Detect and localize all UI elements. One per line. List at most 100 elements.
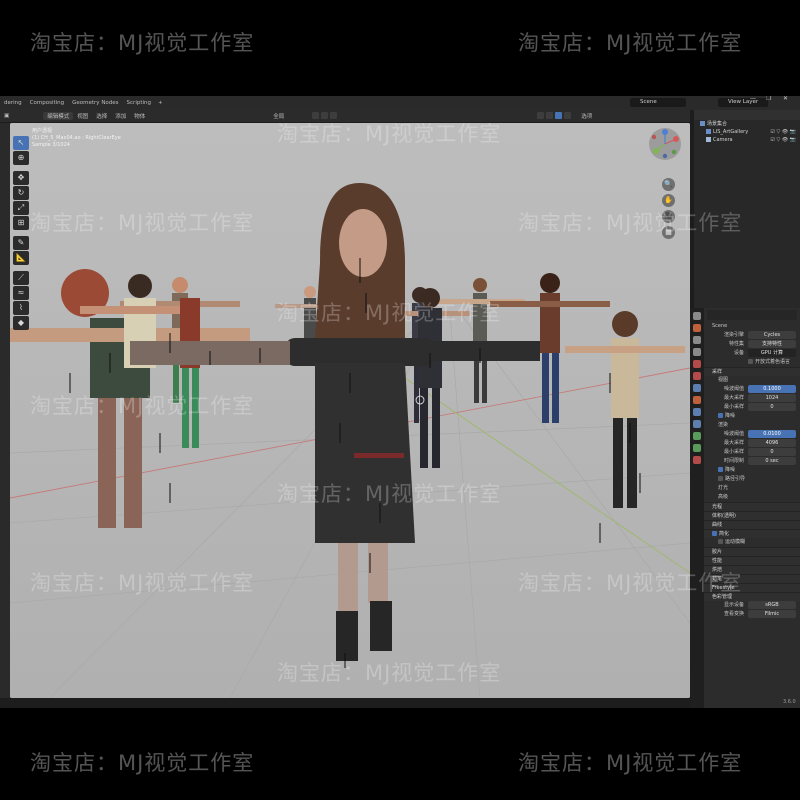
texture-tab-icon[interactable] xyxy=(693,456,701,464)
eraser-tool-icon[interactable]: ◆ xyxy=(13,316,29,330)
light-paths-section[interactable]: 光程 xyxy=(704,502,800,511)
cursor-tool-icon[interactable]: ⊕ xyxy=(13,151,29,165)
time-limit-field[interactable]: 0 sec xyxy=(748,457,796,465)
visibility-icons[interactable]: ☑ ▽ 👁 📷 xyxy=(770,136,796,144)
render-subpanel-header[interactable]: 渲染 xyxy=(704,421,800,430)
tool-tab-icon[interactable] xyxy=(693,312,701,320)
properties-panel: Scene 渲染引擎 Cycles 特性集 支持特性 设备 GPU 计算 开放式着色语… xyxy=(704,308,800,708)
simplify-section[interactable]: 简化 xyxy=(704,529,800,538)
transform-tool-icon[interactable]: ⊞ xyxy=(13,216,29,230)
options-dropdown[interactable]: 选项 xyxy=(577,112,596,120)
view-layer-selector[interactable]: View Layer xyxy=(718,98,768,107)
move-tool-icon[interactable]: ✥ xyxy=(13,171,29,185)
perspective-toggle-icon[interactable]: ▦ xyxy=(662,226,675,239)
select-tool-icon[interactable]: ↖ xyxy=(13,136,29,150)
watermark-top-left: 淘宝店：MJ视觉工作室 xyxy=(30,31,255,55)
viewport-header: ▣ 编辑模式 视图 选择 添加 物体 全局 选项 xyxy=(0,110,690,122)
active-object-info: (1) CH_5_Max04.ao : RightClearEye xyxy=(32,135,121,141)
output-tab-icon[interactable] xyxy=(693,336,701,344)
render-min-samples-field[interactable]: 0 xyxy=(748,448,796,456)
camera-view-icon[interactable]: 🎥 xyxy=(662,210,675,223)
grease-pencil-section[interactable]: 蜡笔 xyxy=(704,574,800,583)
device-dropdown[interactable]: GPU 计算 xyxy=(748,349,796,357)
freestyle-section[interactable]: Freestyle xyxy=(704,583,800,592)
advanced-subpanel[interactable]: 高级 xyxy=(704,493,800,502)
world-tab-icon[interactable] xyxy=(693,372,701,380)
path-guiding-toggle[interactable]: 路径引导 xyxy=(704,475,800,484)
curves-section[interactable]: 曲线 xyxy=(704,520,800,529)
viewport-max-samples-field[interactable]: 1024 xyxy=(748,394,796,402)
close-button[interactable]: ✕ xyxy=(783,96,788,102)
relax-tool-icon[interactable]: ≈ xyxy=(13,286,29,300)
render-engine-dropdown[interactable]: Cycles xyxy=(748,331,796,339)
bone-tool-icon[interactable]: ⌇ xyxy=(13,301,29,315)
workspace-tab-scripting[interactable]: Scripting xyxy=(123,100,155,106)
render-min-samples-row: 最小采样 0 xyxy=(704,448,800,457)
pan-hand-icon[interactable]: ✋ xyxy=(662,194,675,207)
snap-icons[interactable] xyxy=(308,111,343,121)
watermark-bottom-left: 淘宝店：MJ视觉工作室 xyxy=(30,751,255,775)
shading-buttons[interactable] xyxy=(533,111,577,121)
menu-object[interactable]: 物体 xyxy=(130,112,149,120)
render-max-samples-field[interactable]: 4096 xyxy=(748,439,796,447)
zoom-icon[interactable]: 🔍 xyxy=(662,178,675,191)
viewport-denoise-toggle[interactable]: 降噪 xyxy=(704,412,800,421)
maximize-button[interactable]: ❐ xyxy=(766,96,771,102)
object-tab-icon[interactable] xyxy=(693,396,701,404)
3d-viewport[interactable]: 用户透视 (1) CH_5_Max04.ao : RightClearEye S… xyxy=(10,123,690,698)
workspace-tab-rendering[interactable]: dering xyxy=(0,100,26,106)
measure-tool-icon[interactable]: 📐 xyxy=(13,251,29,265)
minimize-button[interactable]: — xyxy=(750,96,756,102)
scale-tool-icon[interactable]: ⤢ xyxy=(13,201,29,215)
art-gallery-label: LIS_ArtGallery xyxy=(713,129,749,135)
rotate-tool-icon[interactable]: ↻ xyxy=(13,186,29,200)
render-denoise-toggle[interactable]: 降噪 xyxy=(704,466,800,475)
color-management-section[interactable]: 色彩管理 xyxy=(704,592,800,601)
blender-window: dering Compositing Geometry Nodes Script… xyxy=(0,96,800,708)
menu-add[interactable]: 添加 xyxy=(111,112,130,120)
properties-search[interactable] xyxy=(707,310,797,320)
left-editor-strip xyxy=(0,123,10,698)
render-sample-count: Sample 3/1024 xyxy=(32,142,70,148)
modifier-tab-icon[interactable] xyxy=(693,408,701,416)
navigation-gizmo[interactable] xyxy=(648,127,682,161)
film-section[interactable]: 胶片 xyxy=(704,547,800,556)
outliner-scene-collection[interactable]: 场景集合 xyxy=(694,120,800,128)
workspace-tab-compositing[interactable]: Compositing xyxy=(26,100,68,106)
transform-orientation-dropdown[interactable]: 全局 xyxy=(269,112,288,120)
view-layer-tab-icon[interactable] xyxy=(693,348,701,356)
data-tab-icon[interactable] xyxy=(693,444,701,452)
workspace-tab-geometry-nodes[interactable]: Geometry Nodes xyxy=(68,100,122,106)
outliner-item-art-gallery[interactable]: LIS_ArtGallery ☑ ▽ 👁 📷 xyxy=(694,128,800,136)
display-device-dropdown[interactable]: sRGB xyxy=(748,601,796,609)
viewport-subpanel-header[interactable]: 视图 xyxy=(704,376,800,385)
collection-tab-icon[interactable] xyxy=(693,384,701,392)
lights-subpanel[interactable]: 灯光 xyxy=(704,484,800,493)
performance-section[interactable]: 性能 xyxy=(704,556,800,565)
view-transform-dropdown[interactable]: Filmic xyxy=(748,610,796,618)
constraint-tab-icon[interactable] xyxy=(693,432,701,440)
scene-tab-icon[interactable] xyxy=(693,360,701,368)
open-shading-row[interactable]: 开放式着色语言 xyxy=(704,358,800,367)
feature-set-dropdown[interactable]: 支持特性 xyxy=(748,340,796,348)
editor-type-icon[interactable]: ▣ xyxy=(0,113,13,119)
render-noise-threshold-field[interactable]: 0.0100 xyxy=(748,430,796,438)
mode-dropdown[interactable]: 编辑模式 xyxy=(43,112,74,120)
menu-view[interactable]: 视图 xyxy=(73,112,92,120)
add-workspace-button[interactable]: + xyxy=(155,100,166,106)
viewport-min-samples-field[interactable]: 0 xyxy=(748,403,796,411)
annotate-tool-icon[interactable]: ✎ xyxy=(13,236,29,250)
outliner-panel: 场景集合 LIS_ArtGallery ☑ ▽ 👁 📷 Camera ☑ ▽ 👁… xyxy=(694,110,800,308)
pose-tool-icon[interactable]: ⟋ xyxy=(13,271,29,285)
scene-selector[interactable]: Scene xyxy=(630,98,686,107)
viewport-noise-threshold-field[interactable]: 0.1000 xyxy=(748,385,796,393)
physics-tab-icon[interactable] xyxy=(693,420,701,428)
sampling-section-header[interactable]: 采样 xyxy=(704,367,800,376)
bake-section[interactable]: 烘焙 xyxy=(704,565,800,574)
volumes-section[interactable]: 体积(透明) xyxy=(704,511,800,520)
visibility-icons[interactable]: ☑ ▽ 👁 📷 xyxy=(770,128,796,136)
menu-select[interactable]: 选择 xyxy=(92,112,111,120)
motion-blur-section[interactable]: 运动模糊 xyxy=(704,538,800,547)
outliner-item-camera[interactable]: Camera ☑ ▽ 👁 📷 xyxy=(694,136,800,144)
render-tab-icon[interactable] xyxy=(693,324,701,332)
